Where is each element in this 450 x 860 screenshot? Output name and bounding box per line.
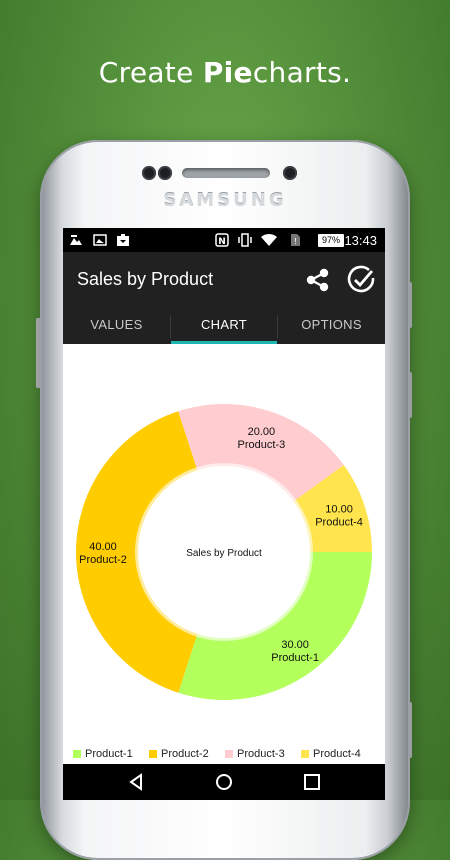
legend-swatch	[225, 750, 233, 759]
legend-label: Product-2	[161, 748, 209, 760]
chart-legend: Product-1 Product-2 Product-3 Product-4	[63, 748, 385, 762]
slice-value-label: 40.00	[89, 541, 117, 553]
sensor-icon	[142, 166, 156, 180]
tab-bar: VALUES CHART OPTIONS	[63, 310, 385, 344]
download-notification-icon	[117, 234, 129, 246]
status-time: 13:43	[344, 233, 377, 248]
slice-name-label: Product-4	[315, 517, 363, 529]
status-bar: N ! 97% 13:43	[63, 228, 385, 252]
legend-item-product-4: Product-4	[301, 748, 361, 760]
done-circle-icon[interactable]	[345, 264, 377, 296]
phone-screen: N ! 97% 13:43 Sales by Product VALUES CH…	[63, 228, 385, 800]
no-sim-icon: !	[291, 234, 300, 246]
image-notification-icon	[70, 235, 82, 245]
promo-bold: Pie	[202, 56, 253, 89]
pie-chart-svg: 30.00Product-140.00Product-220.00Product…	[76, 404, 372, 700]
tab-options[interactable]: OPTIONS	[278, 310, 385, 344]
slice-value-label: 20.00	[248, 426, 276, 438]
slice-name-label: Product-1	[271, 652, 319, 664]
wifi-icon	[261, 233, 277, 246]
back-icon[interactable]	[125, 772, 147, 792]
legend-item-product-3: Product-3	[225, 748, 285, 760]
slice-value-label: 10.00	[325, 504, 353, 516]
nfc-icon: N	[215, 233, 229, 247]
legend-item-product-1: Product-1	[73, 748, 133, 760]
battery-indicator: 97%	[318, 234, 344, 247]
earpiece-speaker	[182, 168, 270, 178]
legend-label: Product-1	[85, 748, 133, 760]
recents-icon[interactable]	[301, 772, 323, 792]
tab-values[interactable]: VALUES	[63, 310, 170, 344]
legend-swatch	[301, 750, 309, 759]
share-icon[interactable]	[303, 265, 333, 295]
navigation-bar	[63, 764, 385, 800]
slice-value-label: 30.00	[281, 639, 309, 651]
front-camera-icon	[283, 166, 297, 180]
promo-suffix: charts.	[252, 56, 352, 89]
legend-swatch	[149, 750, 157, 759]
chart-center-title: Sales by Product	[186, 548, 262, 559]
legend-item-product-2: Product-2	[149, 748, 209, 760]
slice-name-label: Product-3	[238, 439, 286, 451]
tab-chart[interactable]: CHART	[171, 310, 277, 344]
pie-chart: 30.00 Product-1 40.00 Product-2 20.00 Product…	[63, 344, 385, 764]
slice-name-label: Product-2	[79, 554, 127, 566]
home-icon[interactable]	[213, 772, 235, 792]
svg-text:N: N	[218, 237, 226, 247]
legend-label: Product-3	[237, 748, 285, 760]
page-title: Sales by Product	[77, 269, 214, 289]
device-brand: SAMSUNG	[163, 190, 287, 211]
vibrate-icon	[238, 233, 252, 247]
gallery-notification-icon	[93, 234, 107, 246]
svg-text:!: !	[294, 237, 297, 246]
promo-prefix: Create	[98, 56, 203, 89]
app-bar: Sales by Product	[63, 252, 385, 310]
legend-label: Product-4	[313, 748, 361, 760]
sensor-icon	[158, 166, 172, 180]
legend-swatch	[73, 750, 81, 759]
promo-caption: Create Piecharts.	[0, 56, 450, 89]
